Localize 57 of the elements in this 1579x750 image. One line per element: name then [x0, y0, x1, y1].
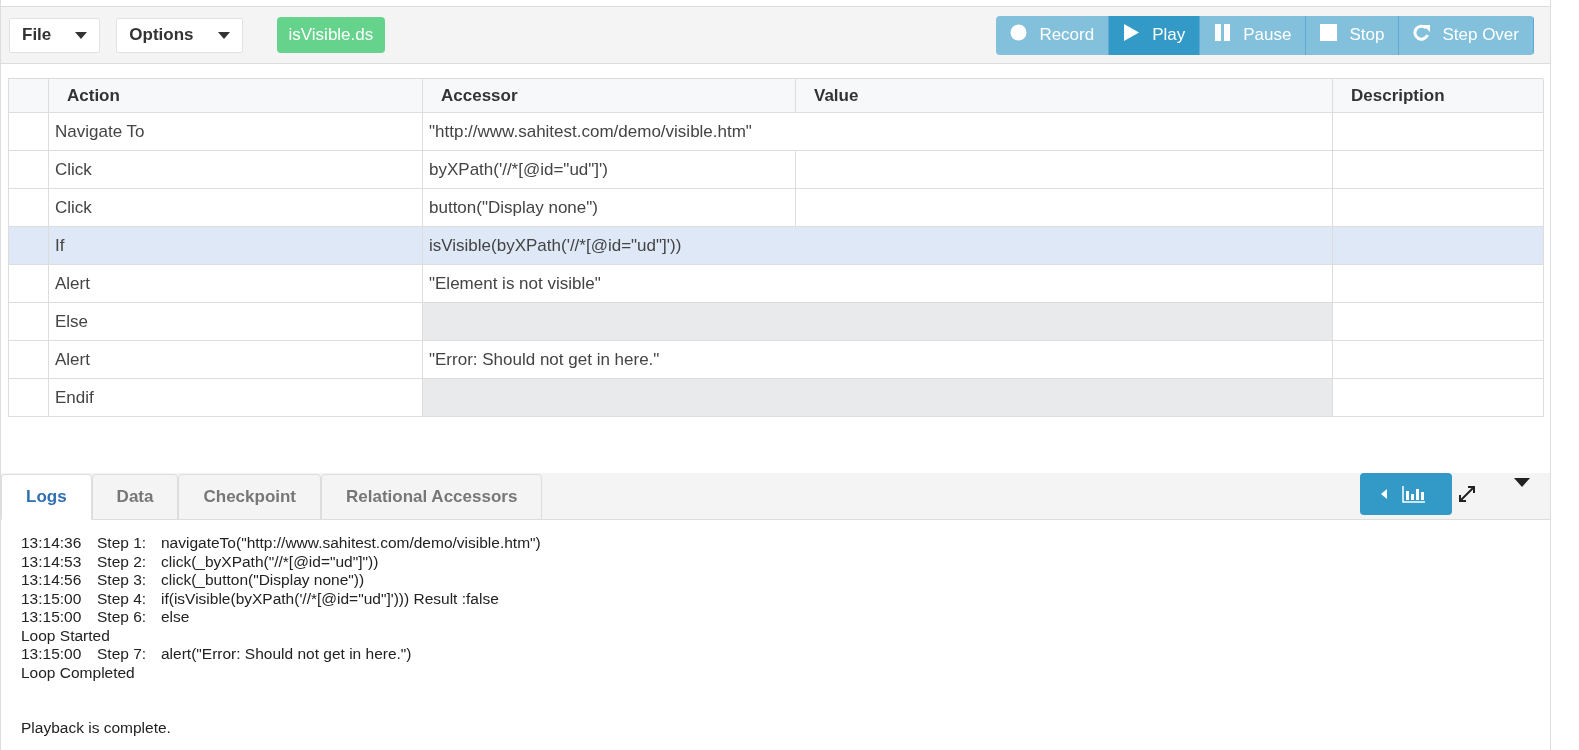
log-step: Step 2: [97, 552, 161, 571]
tab[interactable]: Relational Accessors [321, 474, 543, 520]
table-cell: Alert [49, 265, 423, 303]
redo-icon [1413, 23, 1431, 41]
column-header: Accessor [423, 79, 796, 113]
caret-icon[interactable] [1514, 478, 1530, 487]
log-step: Step 6: [97, 608, 161, 627]
pause-icon [1214, 23, 1232, 41]
log-time: 13:14:53 [21, 552, 83, 571]
log-time: 13:15:00 [21, 589, 83, 608]
log-text: navigateTo("http://www.sahitest.com/demo/visible.htm") [161, 534, 541, 553]
log-text: if(isVisible(byXPath('//*[@id="ud"]'))) Result :false [161, 589, 499, 608]
table-cell: isVisible(byXPath('//*[@id="ud"]')) [423, 227, 1333, 265]
circle-icon [1010, 23, 1028, 41]
log-step: Step 3: [97, 571, 161, 590]
caret-icon [75, 31, 88, 39]
log-step: Step 1: [97, 534, 161, 553]
table-cell: If [49, 227, 423, 265]
log-text: Loop Started [21, 626, 110, 645]
table-cell: byXPath('//*[@id="ud"]') [423, 151, 796, 189]
tab[interactable]: Checkpoint [178, 474, 322, 520]
file-name-badge: isVisible.ds [276, 17, 386, 53]
tab[interactable]: Data [91, 474, 179, 520]
log-text: click(_byXPath("//*[@id="ud"]")) [161, 552, 379, 571]
log-text: Loop Completed [21, 663, 135, 682]
table-cell: "Error: Should not get in here." [423, 341, 1333, 379]
tab[interactable]: Logs [1, 474, 92, 520]
table-cell: "Element is not visible" [423, 265, 1333, 303]
column-header: Description [1333, 79, 1544, 113]
table-cell: Alert [49, 341, 423, 379]
table-cell: button("Display none") [423, 189, 796, 227]
status-text: Playback is complete. [21, 719, 171, 738]
expand-icon[interactable] [1458, 485, 1476, 503]
table-cell: "http://www.sahitest.com/demo/visible.htm" [423, 113, 1333, 151]
table-cell: Else [49, 303, 423, 341]
log-step: Step 4: [97, 589, 161, 608]
log-text: alert("Error: Should not get in here.") [161, 645, 412, 664]
log-text: click(_button("Display none")) [161, 571, 365, 590]
menu-dropdown[interactable]: File [9, 17, 101, 53]
chart-toggle-button[interactable] [1360, 473, 1452, 515]
table-cell: Click [49, 151, 423, 189]
log-time: 13:15:00 [21, 645, 83, 664]
log-time: 13:14:56 [21, 571, 83, 590]
log-time: 13:15:00 [21, 608, 83, 627]
column-header: Action [49, 79, 423, 113]
caret-icon [217, 31, 230, 39]
stop-icon [1320, 23, 1338, 41]
table-cell: Navigate To [49, 113, 423, 151]
log-time: 13:14:36 [21, 534, 83, 553]
log-text: else [161, 608, 190, 627]
log-step: Step 7: [97, 645, 161, 664]
menu-dropdown[interactable]: Options [116, 17, 243, 53]
play-icon [1123, 23, 1141, 41]
column-header: Value [796, 79, 1333, 113]
player-button[interactable]: Play [1109, 15, 1201, 55]
table-cell: Click [49, 189, 423, 227]
table-cell: Endif [49, 379, 423, 417]
